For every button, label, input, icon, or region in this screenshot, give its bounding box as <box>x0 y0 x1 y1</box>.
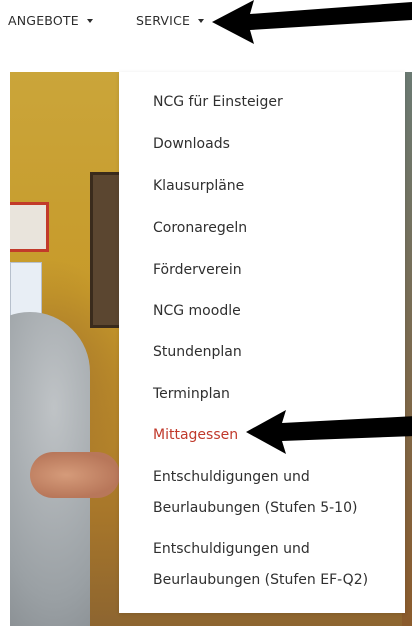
nav-item-service-label: SERVICE <box>136 13 191 28</box>
menu-item-terminplan[interactable]: Terminplan <box>153 386 230 402</box>
menu-item-entschuldigungen-5-10-line2[interactable]: Beurlaubungen (Stufen 5-10) <box>153 500 357 516</box>
caret-down-icon <box>86 18 93 23</box>
menu-item-entschuldigungen-5-10[interactable]: Entschuldigungen und <box>153 469 310 485</box>
menu-item-foerderverein[interactable]: Förderverein <box>153 262 242 278</box>
arrow-pointer-icon <box>212 0 412 44</box>
handshake <box>30 452 120 498</box>
menu-item-stundenplan[interactable]: Stundenplan <box>153 344 242 360</box>
fire-alarm-box <box>10 202 49 252</box>
menu-item-coronaregeln[interactable]: Coronaregeln <box>153 220 247 236</box>
menu-item-entschuldigungen-ef-q2[interactable]: Entschuldigungen und <box>153 541 310 557</box>
nav-item-service[interactable]: SERVICE <box>136 13 205 28</box>
menu-item-klausurplaene[interactable]: Klausurpläne <box>153 178 244 194</box>
menu-item-mittagessen[interactable]: Mittagessen <box>153 427 238 443</box>
nav-item-angebote-label: ANGEBOTE <box>8 13 79 28</box>
service-dropdown-menu: NCG für Einsteiger Downloads Klausurplän… <box>119 72 405 613</box>
menu-item-ncg-einsteiger[interactable]: NCG für Einsteiger <box>153 94 283 110</box>
nav-item-angebote[interactable]: ANGEBOTE <box>8 13 93 28</box>
menu-item-downloads[interactable]: Downloads <box>153 136 230 152</box>
caret-down-icon <box>198 18 205 23</box>
menu-item-entschuldigungen-ef-q2-line2[interactable]: Beurlaubungen (Stufen EF-Q2) <box>153 572 368 588</box>
menu-item-ncg-moodle[interactable]: NCG moodle <box>153 303 241 319</box>
arrow-pointer-icon <box>246 410 412 454</box>
